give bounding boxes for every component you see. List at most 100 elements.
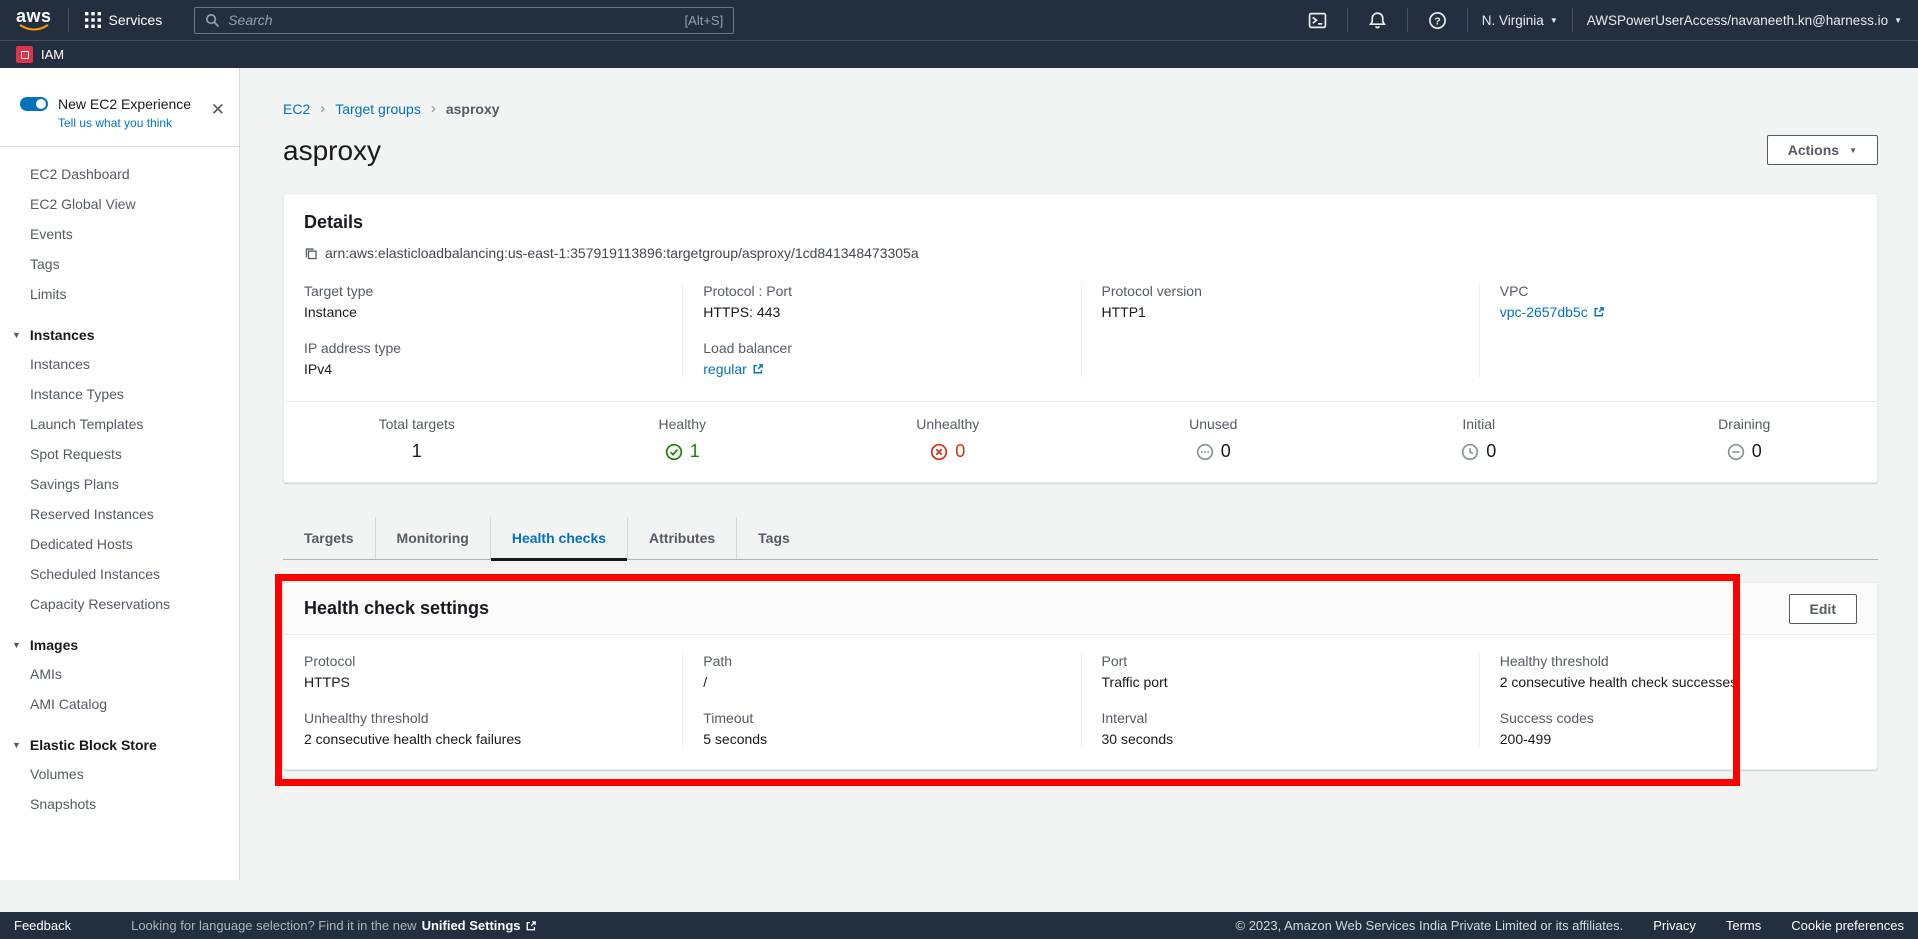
notifications-bell-icon [1368,11,1387,30]
help-icon: ? [1428,11,1447,30]
field-label: Protocol : Port [703,283,1060,299]
footer-link-cookie-preferences[interactable]: Cookie preferences [1791,918,1904,933]
sidebar-item-tags[interactable]: Tags [0,249,239,279]
tab-attributes[interactable]: Attributes [627,517,736,559]
sidebar-item-instance-types[interactable]: Instance Types [0,379,239,409]
sidebar-section-images[interactable]: ▼ Images [0,631,239,659]
breadcrumb: EC2›Target groups›asproxy [283,100,1878,117]
tab-targets[interactable]: Targets [283,517,375,559]
breadcrumb-ec2[interactable]: EC2 [283,101,310,117]
field-column: PortTraffic portInterval30 seconds [1081,653,1479,747]
region-selector[interactable]: N. Virginia ▼ [1482,13,1558,28]
stat-label: Unused [1081,416,1347,432]
copy-arn-button[interactable] [304,246,318,260]
link-regular[interactable]: regular [703,361,764,377]
external-link-icon [752,363,764,375]
stat-total-targets: Total targets1 [284,416,550,462]
field-label: Timeout [703,710,1060,726]
field-ip-address-type: IP address typeIPv4 [304,340,662,377]
stat-value: 0 [1346,441,1612,462]
sidebar-item-ami-catalog[interactable]: AMI Catalog [0,689,239,719]
sidebar-item-savings-plans[interactable]: Savings Plans [0,469,239,499]
stat-number: 1 [412,441,422,462]
top-navigation-bar: aws Services [Alt+S] ? N. Virginia ▼ [0,0,1918,40]
new-experience-toggle[interactable] [20,97,48,111]
copyright-text: © 2023, Amazon Web Services India Privat… [1236,918,1624,933]
field-success-codes: Success codes200-499 [1500,710,1857,747]
sidebar-section-label: Images [30,637,78,653]
field-value: 30 seconds [1102,731,1459,747]
actions-button[interactable]: Actions ▼ [1767,135,1878,165]
account-menu[interactable]: AWSPowerUserAccess/navaneeth.kn@harness.… [1587,13,1902,28]
unified-settings-link[interactable]: Unified Settings [422,918,537,933]
stat-unhealthy: Unhealthy0 [815,416,1081,462]
sidebar-section-elastic-block-store[interactable]: ▼Elastic Block Store [0,731,239,759]
stat-unused: Unused 0 [1081,416,1347,462]
stat-label: Initial [1346,416,1612,432]
sidebar-item-scheduled-instances[interactable]: Scheduled Instances [0,559,239,589]
edit-button[interactable]: Edit [1789,594,1857,624]
sidebar-item-capacity-reservations[interactable]: Capacity Reservations [0,589,239,619]
sidebar-item-reserved-instances[interactable]: Reserved Instances [0,499,239,529]
aws-logo[interactable]: aws [16,8,52,32]
field-value: HTTP1 [1102,304,1459,320]
field-value: Instance [304,304,662,320]
sidebar-item-spot-requests[interactable]: Spot Requests [0,439,239,469]
copy-icon [304,246,318,260]
tell-us-link[interactable]: Tell us what you think [58,116,223,130]
tab-monitoring[interactable]: Monitoring [375,517,490,559]
field-value: IPv4 [304,361,662,377]
sidebar-item-amis[interactable]: AMIs [0,659,239,689]
ec2-sidebar: New EC2 Experience Tell us what you thin… [0,68,240,880]
ellipsis-circle-icon [1196,443,1214,461]
sidebar-item-volumes[interactable]: Volumes [0,759,239,789]
section-collapse-icon: ▼ [12,640,21,650]
external-link-icon [1593,306,1605,318]
sidebar-item-dedicated-hosts[interactable]: Dedicated Hosts [0,529,239,559]
iam-service-icon [16,46,33,63]
x-circle-icon [930,443,948,461]
language-note: Looking for language selection? Find it … [131,918,536,933]
tab-health-checks[interactable]: Health checks [490,517,627,559]
stat-value: 0 [1612,441,1878,462]
sidebar-section-instances[interactable]: ▼Instances [0,321,239,349]
search-box[interactable]: [Alt+S] [194,7,734,34]
sidebar-item-events[interactable]: Events [0,219,239,249]
field-column: Protocol : PortHTTPS: 443Load balancerre… [682,283,1080,377]
field-value: 2 consecutive health check successes [1500,674,1857,690]
link-vpc-2657db5c[interactable]: vpc-2657db5c [1500,304,1605,320]
tab-bar: TargetsMonitoringHealth checksAttributes… [283,517,1878,560]
stat-healthy: Healthy1 [550,416,816,462]
sidebar-section-label: Instances [30,327,95,343]
close-icon[interactable]: ✕ [211,100,225,120]
footer-link-terms[interactable]: Terms [1726,918,1761,933]
stat-number: 0 [1221,441,1231,462]
region-label: N. Virginia [1482,13,1544,28]
help-button[interactable]: ? [1422,11,1453,30]
sidebar-item-ec2-dashboard[interactable]: EC2 Dashboard [0,159,239,189]
field-column: Protocol versionHTTP1 [1081,283,1479,377]
tab-tags[interactable]: Tags [736,517,811,559]
breadcrumb-target-groups[interactable]: Target groups [335,101,421,117]
favorites-item-iam[interactable]: IAM [16,46,64,63]
cloudshell-button[interactable] [1302,11,1333,30]
services-menu-button[interactable]: Services [69,0,179,40]
field-timeout: Timeout5 seconds [703,710,1060,747]
field-value: HTTPS: 443 [703,304,1060,320]
breadcrumb-asproxy: asproxy [446,101,500,117]
sidebar-item-snapshots[interactable]: Snapshots [0,789,239,819]
sidebar-item-ec2-global-view[interactable]: EC2 Global View [0,189,239,219]
sidebar-item-limits[interactable]: Limits [0,279,239,309]
stat-initial: Initial 0 [1346,416,1612,462]
unified-settings-label: Unified Settings [422,918,521,933]
account-label: AWSPowerUserAccess/navaneeth.kn@harness.… [1587,13,1888,28]
sidebar-item-launch-templates[interactable]: Launch Templates [0,409,239,439]
feedback-link[interactable]: Feedback [14,918,71,933]
minus-circle-icon [1727,443,1745,461]
footer-link-privacy[interactable]: Privacy [1653,918,1696,933]
search-icon [205,13,220,28]
notifications-button[interactable] [1362,11,1393,30]
search-input[interactable] [228,12,684,28]
sidebar-item-instances[interactable]: Instances [0,349,239,379]
stat-value: 1 [550,441,816,462]
